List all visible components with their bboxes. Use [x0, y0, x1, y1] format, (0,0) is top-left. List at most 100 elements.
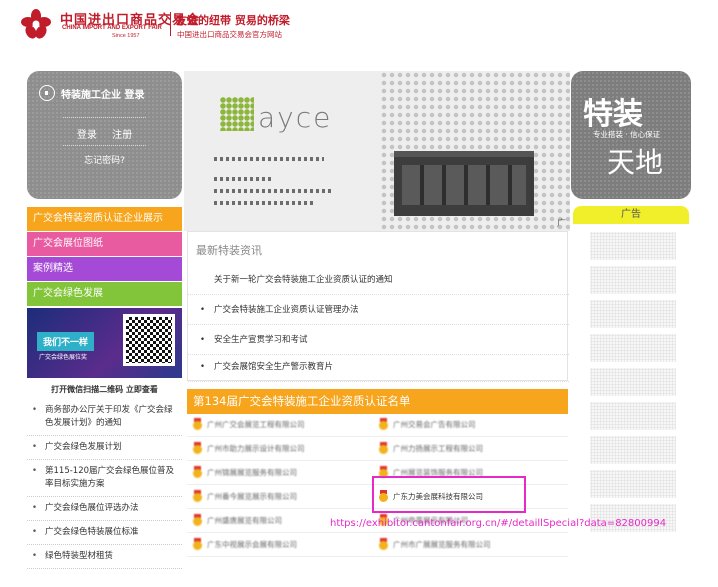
- company-name: 广州交易会广告有限公司: [393, 419, 476, 429]
- ad-item[interactable]: [590, 334, 676, 362]
- news-item[interactable]: 关于新一轮广交会特装施工企业资质认证的通知: [188, 265, 569, 295]
- company-name: 广州市助力展示设计有限公司: [207, 443, 305, 453]
- news-item-text: 安全生产宣贯学习和考试: [214, 335, 308, 345]
- login-title-text: 特装施工企业 登录: [61, 89, 145, 101]
- logo-english-name: CHINA IMPORT AND EXPORT FAIR: [62, 25, 162, 31]
- company-link[interactable]: 广州交易会广告有限公司: [379, 418, 476, 430]
- medal-icon: [379, 418, 388, 430]
- banner-booth-image: [394, 151, 534, 216]
- news-item[interactable]: • 广交会特装施工企业资质认证管理办法: [188, 295, 569, 325]
- company-link[interactable]: 广州广交会展览工程有限公司: [193, 418, 305, 430]
- forgot-password-link[interactable]: 忘记密码?: [27, 153, 182, 166]
- medal-icon: [193, 538, 202, 550]
- highlight-box: [372, 476, 526, 513]
- bullet-icon: •: [200, 335, 206, 345]
- special-showcase-panel[interactable]: 特装 专业搭装 · 信心保证 天地: [571, 71, 691, 199]
- login-link[interactable]: 登录: [77, 130, 97, 141]
- login-title: 特装施工企业 登录: [39, 85, 144, 101]
- qr-code-icon: [123, 314, 175, 366]
- medal-icon: [193, 490, 202, 502]
- banner-brand-mark: [220, 97, 254, 131]
- ad-item[interactable]: [590, 232, 676, 260]
- medal-icon: [193, 514, 202, 526]
- medal-icon: [193, 466, 202, 478]
- list-item[interactable]: 绿色特装型材租赁: [27, 545, 182, 569]
- company-name: 广州番今展览展示有限公司: [207, 491, 297, 501]
- banner-text-line: [214, 189, 334, 193]
- qr-subtitle: 广交会绿色展位奖: [39, 354, 88, 361]
- menu-item-case-selection[interactable]: 案例精选: [27, 257, 182, 281]
- green-booth-qr-banner[interactable]: 我们不一样 广交会绿色展位奖: [27, 308, 182, 378]
- ad-item[interactable]: [590, 436, 676, 464]
- company-name: 广东中视展示会展有限公司: [207, 539, 297, 549]
- ad-item[interactable]: [590, 300, 676, 328]
- special-title-2: 天地: [607, 146, 664, 179]
- table-row: 广州广交会展览工程有限公司 广州交易会广告有限公司: [187, 414, 568, 437]
- medal-icon: [379, 442, 388, 454]
- company-link[interactable]: 广州锦展展览服务有限公司: [193, 466, 297, 478]
- list-item[interactable]: 广交会绿色特装展位标准: [27, 521, 182, 545]
- header-divider: [170, 12, 171, 36]
- login-divider: [63, 145, 146, 146]
- list-item[interactable]: 广交会绿色发展计划: [27, 436, 182, 460]
- company-name: 广州市广展展览服务有限公司: [393, 539, 491, 549]
- bullet-icon: •: [200, 362, 206, 372]
- lock-icon: [39, 85, 55, 101]
- banner-corner-text: 广: [556, 219, 566, 229]
- site-header: 中国进出口商品交易会 CHINA IMPORT AND EXPORT FAIR …: [0, 0, 718, 52]
- medal-icon: [193, 418, 202, 430]
- company-name: 广州盛唐展览有限公司: [207, 515, 282, 525]
- qr-slogan: 我们不一样: [37, 332, 95, 351]
- table-row: 广州市助力展示设计有限公司 广州力扬展示工程有限公司: [187, 438, 568, 461]
- ad-item[interactable]: [590, 266, 676, 294]
- news-panel: 最新特装资讯 关于新一轮广交会特装施工企业资质认证的通知 • 广交会特装施工企业资…: [187, 231, 569, 382]
- news-title: 最新特装资讯: [196, 244, 262, 257]
- ad-item[interactable]: [590, 470, 676, 498]
- company-link[interactable]: 广州盛唐展览有限公司: [193, 514, 282, 526]
- banner-brand: ayce: [258, 101, 333, 134]
- company-link[interactable]: 广州力扬展示工程有限公司: [379, 442, 483, 454]
- ad-item[interactable]: [590, 368, 676, 396]
- login-divider: [63, 117, 146, 118]
- menu-item-certified-showcase[interactable]: 广交会特装资质认证企业展示: [27, 207, 182, 231]
- ad-item[interactable]: [590, 402, 676, 430]
- banner-text-line: [214, 157, 324, 161]
- list-item[interactable]: 广交会绿色展位评选办法: [27, 497, 182, 521]
- left-menu: 广交会特装资质认证企业展示 广交会展位图纸 案例精选 广交会绿色发展 我们不一样…: [27, 207, 182, 569]
- news-item-text: 广交会特装施工企业资质认证管理办法: [214, 305, 359, 315]
- medal-icon: [193, 442, 202, 454]
- company-name: 广州广交会展览工程有限公司: [207, 419, 305, 429]
- news-item[interactable]: • 广交会展馆安全生产警示教育片: [188, 352, 569, 382]
- banner-text-line: [214, 201, 314, 205]
- logo-since: Since 1957: [112, 33, 140, 39]
- menu-item-booth-drawings[interactable]: 广交会展位图纸: [27, 232, 182, 256]
- company-link[interactable]: 广东中视展示会展有限公司: [193, 538, 297, 550]
- menu-item-green-development[interactable]: 广交会绿色发展: [27, 282, 182, 306]
- table-row: 广东中视展示会展有限公司 广州市广展展览服务有限公司: [187, 534, 568, 557]
- company-name: 广州锦展展览服务有限公司: [207, 467, 297, 477]
- medal-icon: [379, 538, 388, 550]
- company-name: 广州力扬展示工程有限公司: [393, 443, 483, 453]
- list-item[interactable]: 第115-120届广交会绿色展位普及率目标实施方案: [27, 460, 182, 497]
- annotation-url: https://exhibitor.cantonfair.org.cn/#/de…: [330, 518, 667, 529]
- special-tagline: 专业搭装 · 信心保证: [593, 130, 661, 139]
- header-site-name: 中国进出口商品交易会官方网站: [177, 30, 282, 39]
- news-item-text: 关于新一轮广交会特装施工企业资质认证的通知: [214, 275, 393, 285]
- register-link[interactable]: 注册: [112, 130, 132, 141]
- hero-banner[interactable]: ayce 广: [184, 71, 570, 231]
- green-links-list: 商务部办公厅关于印发《广交会绿色发展计划》的通知 广交会绿色发展计划 第115-…: [27, 399, 182, 569]
- ad-header: 广告: [573, 206, 689, 224]
- canton-fair-logo-icon[interactable]: [20, 8, 52, 40]
- company-link[interactable]: 广州市助力展示设计有限公司: [193, 442, 305, 454]
- qr-caption: 打开微信扫描二维码 立即查看: [51, 385, 158, 394]
- company-link[interactable]: 广州市广展展览服务有限公司: [379, 538, 491, 550]
- list-item[interactable]: 商务部办公厅关于印发《广交会绿色发展计划》的通知: [27, 399, 182, 436]
- banner-text-line: [214, 177, 274, 181]
- news-item-text: 广交会展馆安全生产警示教育片: [214, 362, 334, 372]
- bullet-icon: •: [200, 305, 206, 315]
- login-panel: 特装施工企业 登录 登录 注册 忘记密码?: [27, 71, 182, 199]
- company-link[interactable]: 广州番今展览展示有限公司: [193, 490, 297, 502]
- login-links: 登录 注册: [27, 126, 182, 141]
- news-item[interactable]: • 安全生产宣贯学习和考试: [188, 325, 569, 355]
- header-slogan: 友谊的纽带 贸易的桥梁: [176, 14, 290, 27]
